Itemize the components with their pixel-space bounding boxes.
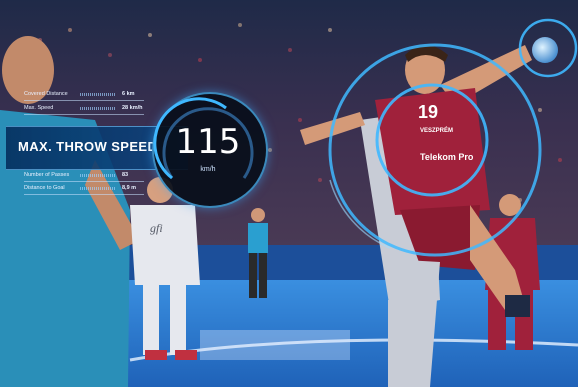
stat-row-max-speed: Max. Speed 28 km/h: [24, 101, 142, 115]
opponent-jersey-sponsor: gfi: [150, 221, 163, 235]
stat-bar: [80, 106, 116, 110]
stat-bar: [80, 173, 116, 177]
stat-label: Covered Distance: [24, 91, 68, 97]
speed-unit: km/h: [200, 166, 216, 173]
stat-label: Distance to Goal: [24, 185, 65, 191]
stat-value: 83: [122, 172, 129, 178]
jersey-sponsor-top: VESZPRÉM: [420, 126, 453, 134]
stat-value: 8,9 m: [122, 185, 137, 191]
stat-divider: [24, 194, 144, 195]
stat-value: 28 km/h: [122, 105, 143, 111]
stat-value: 6 km: [122, 91, 135, 97]
stat-bar: [80, 92, 116, 96]
speed-value: 115: [175, 122, 241, 162]
stat-bar: [80, 186, 116, 190]
stat-row-covered-distance: Covered Distance 6 km: [24, 87, 135, 101]
stat-label: Max. Speed: [24, 105, 54, 111]
stat-row-passes: Number of Passes 83: [24, 168, 128, 182]
jersey-sponsor-bottom: Telekom Pro: [420, 152, 474, 162]
throw-speed-title: MAX. THROW SPEED: [18, 139, 158, 154]
handball: [532, 37, 558, 63]
stat-divider: [24, 114, 144, 115]
stat-label: Number of Passes: [24, 172, 70, 178]
court-logo-marking: [200, 330, 350, 360]
stat-row-distance-to-goal: Distance to Goal 8,9 m: [24, 181, 136, 195]
jersey-number: 19: [418, 102, 438, 122]
